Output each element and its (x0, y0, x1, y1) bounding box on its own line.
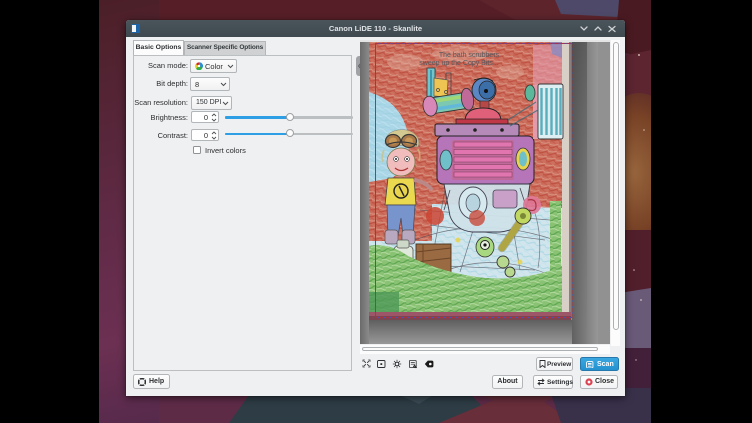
svg-text:The bath scrubbers: The bath scrubbers (439, 52, 500, 59)
svg-text:sweep up the Copy Bits...: sweep up the Copy Bits... (419, 60, 498, 67)
